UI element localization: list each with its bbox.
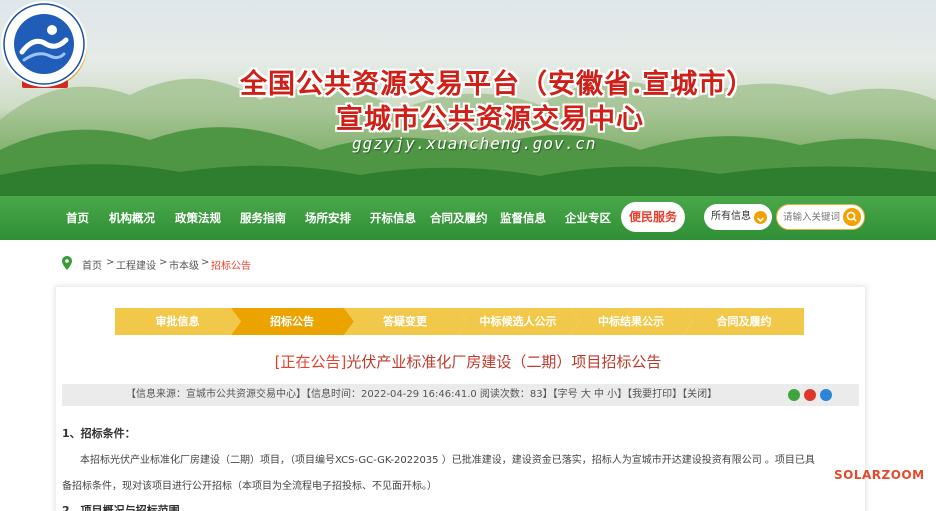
step-candidate-notice[interactable]: 中标候选人公示 bbox=[462, 308, 574, 335]
watermark: SOLARZOOM bbox=[834, 468, 925, 482]
wechat-share-icon[interactable] bbox=[788, 389, 800, 401]
weibo-share-icon[interactable] bbox=[804, 389, 816, 401]
step-tender-notice[interactable]: 招标公告 bbox=[236, 308, 348, 335]
step-result-notice[interactable]: 中标结果公示 bbox=[575, 308, 687, 335]
notice-title-text: 光伏产业标准化厂房建设（二期）项目招标公告 bbox=[346, 353, 662, 371]
qq-share-icon[interactable] bbox=[820, 389, 832, 401]
section-1-title: 1、招标条件： bbox=[62, 427, 136, 440]
section-1-paragraph-line1: 本招标光伏产业标准化厂房建设（二期）项目，（项目编号XCS-GC-GK-2022… bbox=[80, 455, 815, 466]
page-root: 全国公共资源交易平台（安徽省.宣城市） 宣城市公共资源交易中心 ggzyjy.x… bbox=[0, 0, 936, 511]
notice-info-bar: 【信息来源：宣城市公共资源交易中心】【信息时间：2022-04-29 16:46… bbox=[62, 384, 859, 406]
step-approval[interactable]: 审批信息 bbox=[120, 308, 235, 335]
process-steps-arrows bbox=[115, 308, 804, 335]
step-contract[interactable]: 合同及履约 bbox=[688, 308, 800, 335]
notice-meta: 【信息来源：宣城市公共资源交易中心】【信息时间：2022-04-29 16:46… bbox=[126, 389, 718, 400]
section-1-paragraph-line2: 备招标条件，现对该项目进行公开招标（本项目为全流程电子招投标、不见面开标。） bbox=[62, 481, 437, 492]
step-qa-change[interactable]: 答疑变更 bbox=[349, 308, 461, 335]
notice-status-tag: [正在公告] bbox=[274, 353, 347, 371]
section-2-title: 2、项目概况与招标范围 bbox=[62, 504, 180, 511]
notice-title: [正在公告]光伏产业标准化厂房建设（二期）项目招标公告 bbox=[0, 351, 936, 372]
